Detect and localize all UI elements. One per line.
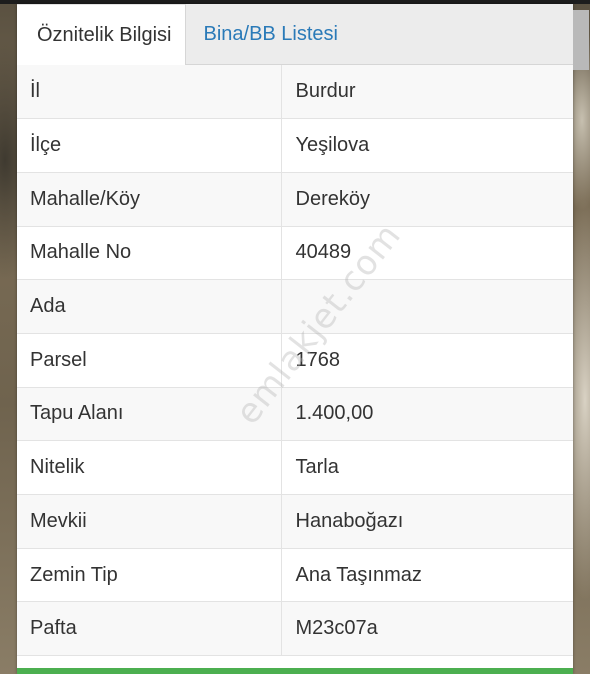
attribute-value: 1768 — [281, 333, 573, 388]
tab-building-list[interactable]: Bina/BB Listesi — [186, 4, 353, 64]
attribute-value: Tarla — [281, 440, 573, 495]
attribute-key: Mahalle No — [17, 226, 282, 281]
attribute-table: İl Burdur İlçe Yeşilova Mahalle/Köy Dere… — [17, 65, 573, 657]
table-row: İl Burdur — [17, 65, 573, 120]
table-row: Ada — [17, 279, 573, 334]
attribute-value: Ana Taşınmaz — [281, 548, 573, 603]
attribute-value — [281, 279, 573, 334]
table-row: Nitelik Tarla — [17, 440, 573, 495]
attribute-key: Mevkii — [17, 494, 282, 549]
table-row: İlçe Yeşilova — [17, 118, 573, 173]
attribute-value: M23c07a — [281, 601, 573, 657]
attribute-key: Zemin Tip — [17, 548, 282, 603]
attribute-value: Burdur — [281, 65, 573, 120]
table-row: Zemin Tip Ana Taşınmaz — [17, 548, 573, 603]
attribute-key: Parsel — [17, 333, 282, 388]
attribute-key: Nitelik — [17, 440, 282, 495]
attribute-value: Yeşilova — [281, 118, 573, 173]
attribute-key: İl — [17, 65, 282, 120]
attribute-value: 1.400,00 — [281, 387, 573, 442]
table-row: Mevkii Hanaboğazı — [17, 494, 573, 549]
table-row: Mahalle No 40489 — [17, 226, 573, 281]
attribute-key: İlçe — [17, 118, 282, 173]
table-row: Pafta M23c07a — [17, 601, 573, 657]
scrollbar[interactable] — [573, 10, 589, 70]
attribute-key: Pafta — [17, 601, 282, 657]
attribute-value: Hanaboğazı — [281, 494, 573, 549]
attribute-value: Dereköy — [281, 172, 573, 227]
attribute-key: Mahalle/Köy — [17, 172, 282, 227]
attribute-panel: Öznitelik Bilgisi Bina/BB Listesi İl Bur… — [17, 4, 589, 674]
tab-bar: Öznitelik Bilgisi Bina/BB Listesi — [17, 4, 589, 70]
table-row: Parsel 1768 — [17, 333, 573, 388]
table-row: Tapu Alanı 1.400,00 — [17, 387, 573, 442]
attribute-key: Ada — [17, 279, 282, 334]
attribute-value: 40489 — [281, 226, 573, 281]
accent-bar — [17, 668, 573, 674]
tab-attribute-info[interactable]: Öznitelik Bilgisi — [17, 4, 187, 65]
attribute-key: Tapu Alanı — [17, 387, 282, 442]
table-row: Mahalle/Köy Dereköy — [17, 172, 573, 227]
